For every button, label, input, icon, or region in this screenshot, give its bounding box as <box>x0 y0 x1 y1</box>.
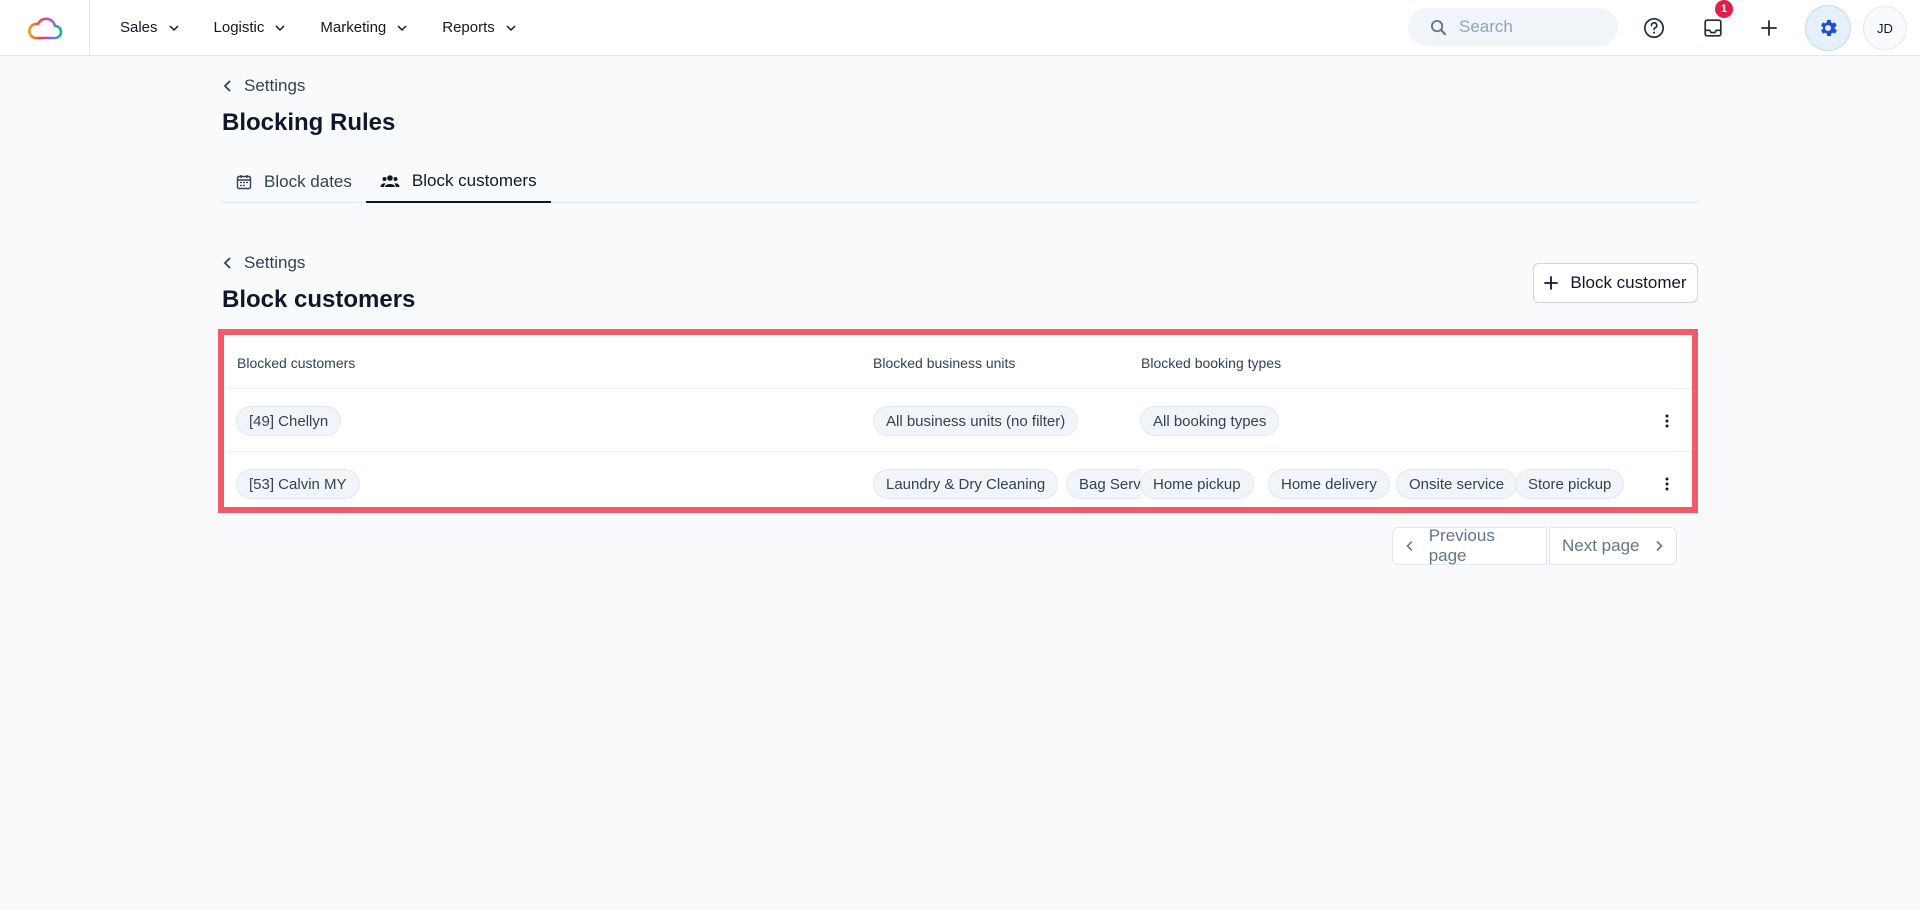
tab-block-customers[interactable]: Block customers <box>365 160 551 203</box>
back-link-label: Settings <box>244 76 306 95</box>
page-title: Blocking Rules <box>222 109 396 136</box>
next-page-label: Next page <box>1562 536 1640 555</box>
chevron-down-icon <box>275 24 285 31</box>
help-button[interactable] <box>1634 8 1674 48</box>
add-button[interactable] <box>1749 8 1789 48</box>
calendar-icon <box>236 174 252 189</box>
help-circle-icon <box>1644 18 1664 38</box>
chevron-right-icon <box>1655 540 1663 552</box>
booking-type-chip: Home delivery <box>1268 469 1390 499</box>
next-page-button[interactable]: Next page <box>1549 527 1677 565</box>
booking-type-chip: Home pickup <box>1140 469 1254 499</box>
business-unit-chip: All business units (no filter) <box>873 406 1079 436</box>
search-box[interactable] <box>1408 8 1618 46</box>
nav-reports[interactable]: Reports <box>442 19 517 36</box>
table-row: [53] Calvin MY Laundry & Dry Cleaning Ba… <box>224 452 1692 515</box>
table-row: [49] Chellyn All business units (no filt… <box>224 389 1692 452</box>
logo[interactable] <box>0 0 90 56</box>
more-vertical-icon <box>1665 414 1669 428</box>
nav-sales-label: Sales <box>120 19 158 36</box>
section-back-link-label: Settings <box>244 253 306 272</box>
previous-page-button[interactable]: Previous page <box>1392 526 1547 565</box>
tab-block-dates-label: Block dates <box>264 171 352 191</box>
section-back-link-settings[interactable]: Settings <box>222 253 305 273</box>
chevron-left-icon <box>1406 541 1413 551</box>
avatar-initials: JD <box>1877 20 1893 36</box>
cloud-logo-icon <box>27 17 62 39</box>
users-icon <box>380 174 400 187</box>
block-customer-button[interactable]: Block customer <box>1533 263 1698 303</box>
search-input[interactable] <box>1459 17 1609 37</box>
booking-type-chip: Store pickup <box>1515 469 1625 499</box>
customer-chip: [53] Calvin MY <box>236 469 360 499</box>
top-navbar: Sales Logistic Marketing Reports 1 JD <box>0 0 1920 56</box>
notification-badge: 1 <box>1715 0 1733 18</box>
pagination: Previous page Next page <box>1392 526 1677 565</box>
tab-block-customers-label: Block customers <box>411 170 537 190</box>
search-icon <box>1430 19 1447 35</box>
nav-reports-label: Reports <box>442 19 495 36</box>
chevron-down-icon <box>169 24 179 31</box>
chevron-down-icon <box>397 24 407 31</box>
nav-marketing[interactable]: Marketing <box>320 19 408 36</box>
user-avatar[interactable]: JD <box>1863 6 1907 50</box>
nav-marketing-label: Marketing <box>320 19 387 36</box>
booking-type-chip: Onsite service <box>1396 469 1518 499</box>
back-link-settings[interactable]: Settings <box>222 76 305 96</box>
section-title: Block customers <box>222 286 416 313</box>
customer-chip: [49] Chellyn <box>236 406 342 436</box>
inbox-button[interactable]: 1 <box>1693 0 1733 48</box>
nav-sales[interactable]: Sales <box>120 19 180 36</box>
previous-page-label: Previous page <box>1428 526 1495 565</box>
business-unit-chip: Bag Servi <box>1066 469 1141 499</box>
chevron-left-icon <box>223 257 231 269</box>
chevron-down-icon <box>506 24 516 31</box>
nav-logistic[interactable]: Logistic <box>214 19 287 36</box>
business-unit-chip: Laundry & Dry Cleaning <box>873 469 1059 499</box>
column-header-booking-types: Blocked booking types <box>1141 355 1282 371</box>
row-actions-button[interactable] <box>1655 472 1679 496</box>
column-header-business-units: Blocked business units <box>873 355 1016 371</box>
block-customer-button-label: Block customer <box>1570 273 1687 292</box>
table-header: Blocked customers Blocked business units… <box>224 335 1692 389</box>
nav-logistic-label: Logistic <box>213 19 265 36</box>
business-unit-chip-clip: Bag Servi <box>1066 469 1141 499</box>
main-nav: Sales Logistic Marketing Reports <box>120 19 517 36</box>
booking-type-chip: All booking types <box>1140 406 1280 436</box>
tab-block-dates[interactable]: Block dates <box>222 160 366 203</box>
inbox-icon <box>1704 19 1722 37</box>
tab-bar: Block dates Block customers <box>222 160 1698 203</box>
chevron-left-icon <box>223 80 231 92</box>
plus-icon <box>1544 276 1559 290</box>
more-vertical-icon <box>1665 477 1669 491</box>
row-actions-button[interactable] <box>1655 409 1679 433</box>
settings-button[interactable] <box>1805 5 1851 51</box>
blocked-customers-table: Blocked customers Blocked business units… <box>218 329 1698 513</box>
gear-icon <box>1821 20 1837 36</box>
plus-icon <box>1761 20 1777 36</box>
column-header-customers: Blocked customers <box>237 355 356 371</box>
